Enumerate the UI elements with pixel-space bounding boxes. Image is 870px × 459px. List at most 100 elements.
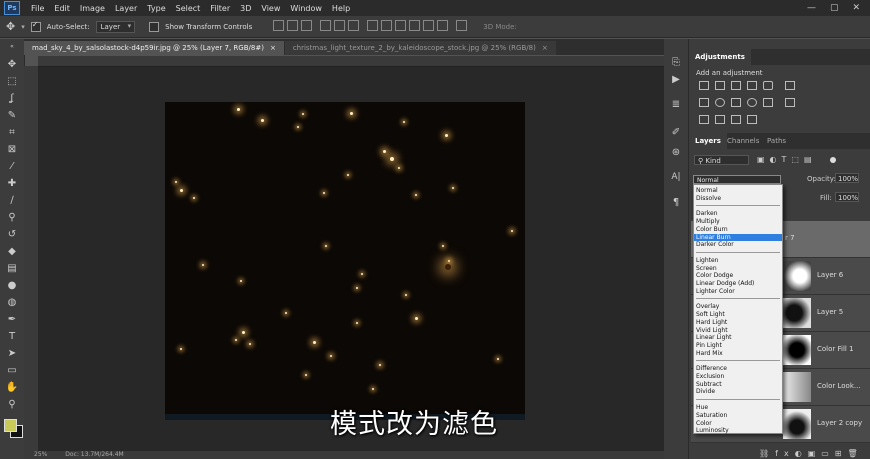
blend-option[interactable]: Color	[694, 420, 782, 427]
blend-option[interactable]: Pin Light	[694, 342, 782, 349]
distribute-right-icon[interactable]	[437, 20, 449, 31]
zoom-level[interactable]: 25%	[34, 451, 47, 458]
align-right-icon[interactable]	[348, 20, 360, 31]
menu-view[interactable]: View	[256, 4, 285, 13]
posterize-icon[interactable]	[699, 115, 709, 124]
gradient-tool-icon[interactable]: ▤	[5, 263, 19, 275]
frame-tool-icon[interactable]: ⊠	[5, 144, 19, 156]
tab-mad-sky[interactable]: mad_sky_4_by_salsolastock-d4p59ir.jpg @ …	[24, 41, 284, 55]
zoom-tool-icon[interactable]: ⚲	[5, 399, 19, 411]
actions-play-icon[interactable]: ▶	[670, 74, 682, 86]
layers-tab[interactable]: Layers	[689, 133, 727, 149]
adjustments-tab[interactable]: Adjustments	[689, 49, 751, 65]
blend-option[interactable]: Color Dodge	[694, 272, 782, 279]
levels-icon[interactable]	[715, 81, 725, 90]
filter-toggle-icon[interactable]	[830, 157, 836, 163]
menu-type[interactable]: Type	[142, 4, 170, 13]
blend-option[interactable]: Screen	[694, 265, 782, 272]
blend-option[interactable]: Darker Color	[694, 241, 782, 248]
blend-option[interactable]: Normal	[694, 187, 782, 194]
paths-tab[interactable]: Paths	[767, 137, 786, 145]
brush-settings-icon[interactable]: ✐	[670, 127, 682, 139]
distribute-middle-icon[interactable]	[381, 20, 393, 31]
layer-mask-thumbnail[interactable]	[783, 335, 811, 365]
align-center-icon[interactable]	[334, 20, 346, 31]
blend-option[interactable]: Hue	[694, 404, 782, 411]
distribute-center-icon[interactable]	[423, 20, 435, 31]
clone-source-icon[interactable]: ⊛	[670, 147, 682, 159]
blend-option[interactable]: Color Burn	[694, 226, 782, 233]
opacity-input[interactable]: 100%	[835, 173, 859, 183]
maximize-icon[interactable]: ▢	[830, 3, 839, 13]
auto-select-dropdown[interactable]: Layer	[95, 20, 136, 33]
blend-mode-select[interactable]: Normal	[693, 175, 781, 184]
align-bottom-icon[interactable]	[301, 20, 313, 31]
curves-icon[interactable]	[731, 81, 741, 90]
blend-option[interactable]: Saturation	[694, 412, 782, 419]
history-panel-icon[interactable]: ⎘	[670, 57, 682, 69]
blend-option[interactable]: Divide	[694, 388, 782, 395]
align-left-icon[interactable]	[320, 20, 332, 31]
eraser-tool-icon[interactable]: ◆	[5, 246, 19, 258]
photo-filter-icon[interactable]	[731, 98, 741, 107]
healing-brush-icon[interactable]: ✚	[5, 178, 19, 190]
blend-option[interactable]: Hard Mix	[694, 350, 782, 357]
layer-filter-icons[interactable]: ▣◐T⬚▤	[757, 155, 817, 164]
path-select-icon[interactable]: ➤	[5, 348, 19, 360]
blend-option[interactable]: Darken	[694, 210, 782, 217]
blend-option[interactable]: Multiply	[694, 218, 782, 225]
blend-option[interactable]: Soft Light	[694, 311, 782, 318]
blend-option[interactable]: Difference	[694, 365, 782, 372]
minimize-icon[interactable]: —	[807, 3, 816, 13]
eyedropper-tool-icon[interactable]: ⁄	[5, 161, 19, 173]
gradient-map-icon[interactable]	[747, 115, 757, 124]
fill-input[interactable]: 100%	[835, 192, 859, 202]
close-tab-icon[interactable]: ×	[542, 44, 548, 52]
distribute-top-icon[interactable]	[367, 20, 379, 31]
blend-option[interactable]: Lighten	[694, 257, 782, 264]
lasso-tool-icon[interactable]: ʆ	[5, 93, 19, 105]
blend-mode-dropdown[interactable]: Normal Dissolve Darken Multiply Color Burn Li…	[693, 184, 783, 434]
align-middle-icon[interactable]	[287, 20, 299, 31]
blend-option[interactable]: Linear Dodge (Add)	[694, 280, 782, 287]
foreground-color-swatch[interactable]	[4, 419, 17, 432]
blend-option[interactable]: Subtract	[694, 381, 782, 388]
black-white-icon[interactable]	[715, 98, 725, 107]
pen-tool-icon[interactable]: ✒	[5, 314, 19, 326]
layer-mask-thumbnail[interactable]	[783, 409, 811, 439]
paragraph-panel-icon[interactable]: ¶	[670, 197, 682, 209]
align-top-icon[interactable]	[273, 20, 285, 31]
layer-mask-thumbnail[interactable]	[783, 261, 811, 291]
menu-image[interactable]: Image	[75, 4, 110, 13]
blend-option[interactable]: Overlay	[694, 303, 782, 310]
close-tab-icon[interactable]: ×	[270, 44, 276, 52]
toolbar-collapse-icon[interactable]: «	[5, 41, 19, 53]
distribute-left-icon[interactable]	[409, 20, 421, 31]
crop-tool-icon[interactable]: ⌗	[5, 127, 19, 139]
character-panel-icon[interactable]: A|	[670, 171, 682, 183]
vibrance-icon[interactable]	[763, 81, 773, 90]
channels-tab[interactable]: Channels	[727, 137, 759, 145]
blur-tool-icon[interactable]: ●	[5, 280, 19, 292]
menu-window[interactable]: Window	[285, 4, 327, 13]
filter-kind-dropdown[interactable]: ⚲ Kind	[694, 155, 749, 165]
rectangle-tool-icon[interactable]: ▭	[5, 365, 19, 377]
threshold-icon[interactable]	[715, 115, 725, 124]
layer-actions-bar[interactable]: ⛓fx◐▣▭⊞🗑	[759, 449, 864, 458]
hand-tool-icon[interactable]: ✋	[5, 382, 19, 394]
properties-panel-icon[interactable]: ≣	[670, 99, 682, 111]
move-tool-icon[interactable]: ✥	[5, 59, 19, 71]
blend-option[interactable]: Lighter Color	[694, 288, 782, 295]
clone-stamp-icon[interactable]: ⚲	[5, 212, 19, 224]
blend-option[interactable]: Exclusion	[694, 373, 782, 380]
tool-preset-chevron-icon[interactable]: ▾	[21, 23, 25, 31]
type-tool-icon[interactable]: T	[5, 331, 19, 343]
blend-option[interactable]: Dissolve	[694, 195, 782, 202]
blend-option[interactable]: Linear Light	[694, 334, 782, 341]
hue-saturation-icon[interactable]	[785, 81, 795, 90]
history-brush-icon[interactable]: ↺	[5, 229, 19, 241]
menu-file[interactable]: File	[26, 4, 49, 13]
marquee-tool-icon[interactable]: ⬚	[5, 76, 19, 88]
brush-tool-icon[interactable]: ∕	[5, 195, 19, 207]
menu-help[interactable]: Help	[327, 4, 355, 13]
